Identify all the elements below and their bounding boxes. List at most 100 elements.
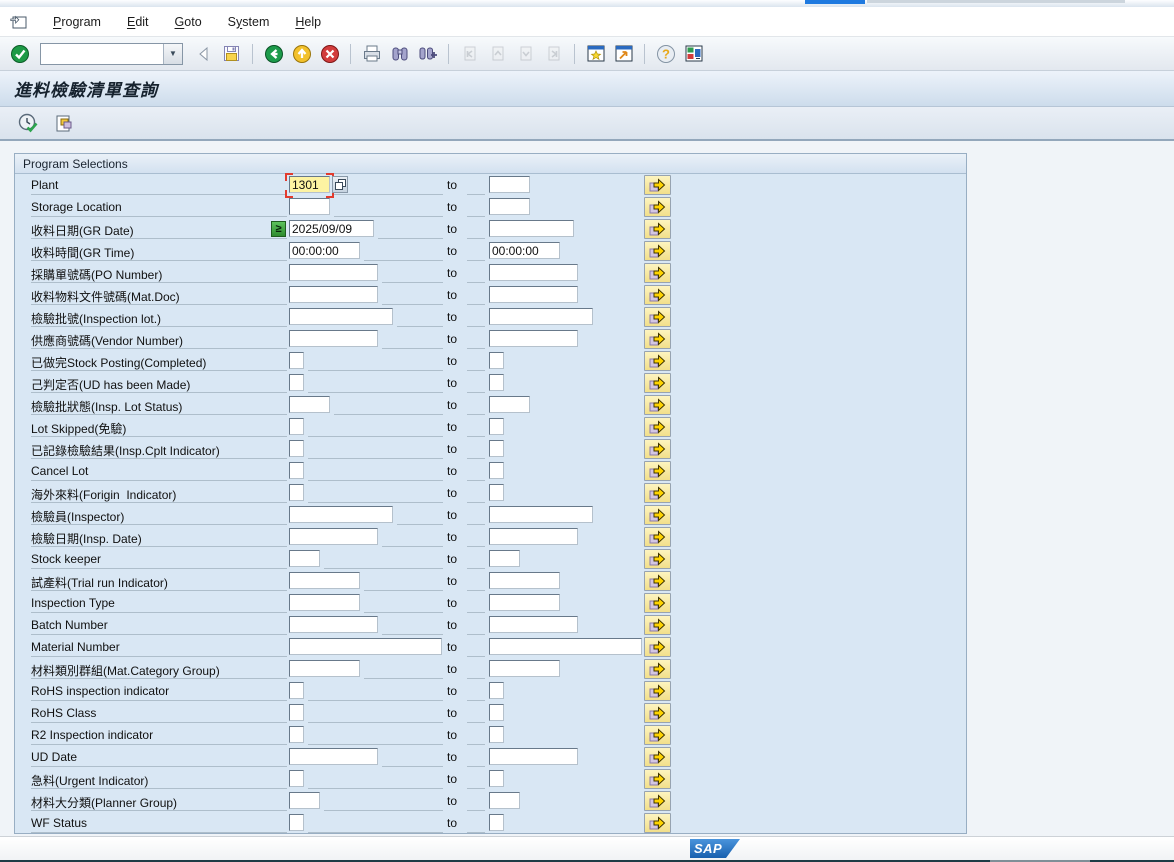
field-mat-doc-from[interactable]: [289, 286, 378, 303]
nav-back-icon[interactable]: [262, 42, 285, 65]
back-triangle-icon[interactable]: [192, 42, 215, 65]
field-lot-skipped-to[interactable]: [489, 418, 504, 435]
last-page-icon[interactable]: [542, 42, 565, 65]
field-inspection-lot-from[interactable]: [289, 308, 393, 325]
menu-edit[interactable]: Edit: [114, 10, 162, 34]
menu-help[interactable]: Help: [282, 10, 334, 34]
multiple-selection-button-insp-lot-status[interactable]: [644, 395, 671, 415]
multiple-selection-button-wf-status[interactable]: [644, 813, 671, 833]
field-cancel-lot-from[interactable]: [289, 462, 304, 479]
enter-icon[interactable]: [8, 42, 31, 65]
new-session-icon[interactable]: [584, 42, 607, 65]
field-insp-cplt-to[interactable]: [489, 440, 504, 457]
field-material-number-to[interactable]: [489, 638, 642, 655]
field-planner-group-from[interactable]: [289, 792, 320, 809]
page-down-icon[interactable]: [514, 42, 537, 65]
screen-context-icon[interactable]: [10, 14, 30, 30]
multiple-selection-button-material-number[interactable]: [644, 637, 671, 657]
customize-layout-icon[interactable]: [682, 42, 705, 65]
field-rohs-class-from[interactable]: [289, 704, 304, 721]
field-inspection-type-to[interactable]: [489, 594, 560, 611]
multiple-selection-button-inspector[interactable]: [644, 505, 671, 525]
multiple-selection-button-ud-date[interactable]: [644, 747, 671, 767]
field-inspection-lot-to[interactable]: [489, 308, 593, 325]
multiple-selection-button-batch-number[interactable]: [644, 615, 671, 635]
multiple-selection-button-ud-made[interactable]: [644, 373, 671, 393]
first-page-icon[interactable]: [458, 42, 481, 65]
get-variant-icon[interactable]: [52, 111, 76, 135]
field-material-number-from[interactable]: [289, 638, 442, 655]
field-rohs-inspection-to[interactable]: [489, 682, 504, 699]
field-completed-from[interactable]: [289, 352, 304, 369]
field-r2-inspection-to[interactable]: [489, 726, 504, 743]
field-trial-run-to[interactable]: [489, 572, 560, 589]
field-gr-time-to[interactable]: [489, 242, 560, 259]
field-ud-date-to[interactable]: [489, 748, 578, 765]
field-insp-date-to[interactable]: [489, 528, 578, 545]
field-storage-location-to[interactable]: [489, 198, 530, 215]
multiple-selection-button-storage-location[interactable]: [644, 197, 671, 217]
field-wf-status-from[interactable]: [289, 814, 304, 831]
field-foreign-indicator-from[interactable]: [289, 484, 304, 501]
menu-program[interactable]: Program: [40, 10, 114, 34]
multiple-selection-button-stock-keeper[interactable]: [644, 549, 671, 569]
field-inspector-from[interactable]: [289, 506, 393, 523]
field-insp-lot-status-to[interactable]: [489, 396, 530, 413]
field-vendor-number-to[interactable]: [489, 330, 578, 347]
field-ud-made-to[interactable]: [489, 374, 504, 391]
field-gr-time-from[interactable]: [289, 242, 360, 259]
multiple-selection-button-insp-cplt[interactable]: [644, 439, 671, 459]
menu-system[interactable]: System: [215, 10, 283, 34]
print-icon[interactable]: [360, 42, 383, 65]
field-insp-cplt-from[interactable]: [289, 440, 304, 457]
field-mat-doc-to[interactable]: [489, 286, 578, 303]
multiple-selection-button-lot-skipped[interactable]: [644, 417, 671, 437]
multiple-selection-button-mat-category-group[interactable]: [644, 659, 671, 679]
field-mat-category-group-to[interactable]: [489, 660, 560, 677]
field-rohs-class-to[interactable]: [489, 704, 504, 721]
page-up-icon[interactable]: [486, 42, 509, 65]
field-vendor-number-from[interactable]: [289, 330, 378, 347]
execute-icon[interactable]: [16, 111, 40, 135]
multiple-selection-button-gr-time[interactable]: [644, 241, 671, 261]
field-completed-to[interactable]: [489, 352, 504, 369]
field-plant-from[interactable]: [289, 176, 330, 193]
multiple-selection-button-rohs-class[interactable]: [644, 703, 671, 723]
field-inspector-to[interactable]: [489, 506, 593, 523]
multiple-selection-button-insp-date[interactable]: [644, 527, 671, 547]
field-stock-keeper-from[interactable]: [289, 550, 320, 567]
command-input[interactable]: [41, 46, 163, 62]
multiple-selection-button-cancel-lot[interactable]: [644, 461, 671, 481]
multiple-selection-button-gr-date[interactable]: [644, 219, 671, 239]
multiple-selection-button-trial-run[interactable]: [644, 571, 671, 591]
field-trial-run-from[interactable]: [289, 572, 360, 589]
field-plant-to[interactable]: [489, 176, 530, 193]
field-planner-group-to[interactable]: [489, 792, 520, 809]
multiple-selection-button-plant[interactable]: [644, 175, 671, 195]
field-insp-date-from[interactable]: [289, 528, 378, 545]
nav-exit-icon[interactable]: [290, 42, 313, 65]
multiple-selection-button-planner-group[interactable]: [644, 791, 671, 811]
multiple-selection-button-r2-inspection[interactable]: [644, 725, 671, 745]
find-icon[interactable]: [388, 42, 411, 65]
field-inspection-type-from[interactable]: [289, 594, 360, 611]
field-ud-made-from[interactable]: [289, 374, 304, 391]
greater-equal-icon[interactable]: ≥: [271, 221, 286, 237]
multiple-selection-button-vendor-number[interactable]: [644, 329, 671, 349]
field-batch-number-from[interactable]: [289, 616, 378, 633]
multiple-selection-button-urgent[interactable]: [644, 769, 671, 789]
menu-goto[interactable]: Goto: [162, 10, 215, 34]
find-next-icon[interactable]: [416, 42, 439, 65]
nav-cancel-icon[interactable]: [318, 42, 341, 65]
field-po-number-from[interactable]: [289, 264, 378, 281]
field-wf-status-to[interactable]: [489, 814, 504, 831]
field-batch-number-to[interactable]: [489, 616, 578, 633]
field-ud-date-from[interactable]: [289, 748, 378, 765]
multiple-selection-button-po-number[interactable]: [644, 263, 671, 283]
field-insp-lot-status-from[interactable]: [289, 396, 330, 413]
field-urgent-to[interactable]: [489, 770, 504, 787]
field-mat-category-group-from[interactable]: [289, 660, 360, 677]
multiple-selection-button-inspection-type[interactable]: [644, 593, 671, 613]
field-cancel-lot-to[interactable]: [489, 462, 504, 479]
field-urgent-from[interactable]: [289, 770, 304, 787]
